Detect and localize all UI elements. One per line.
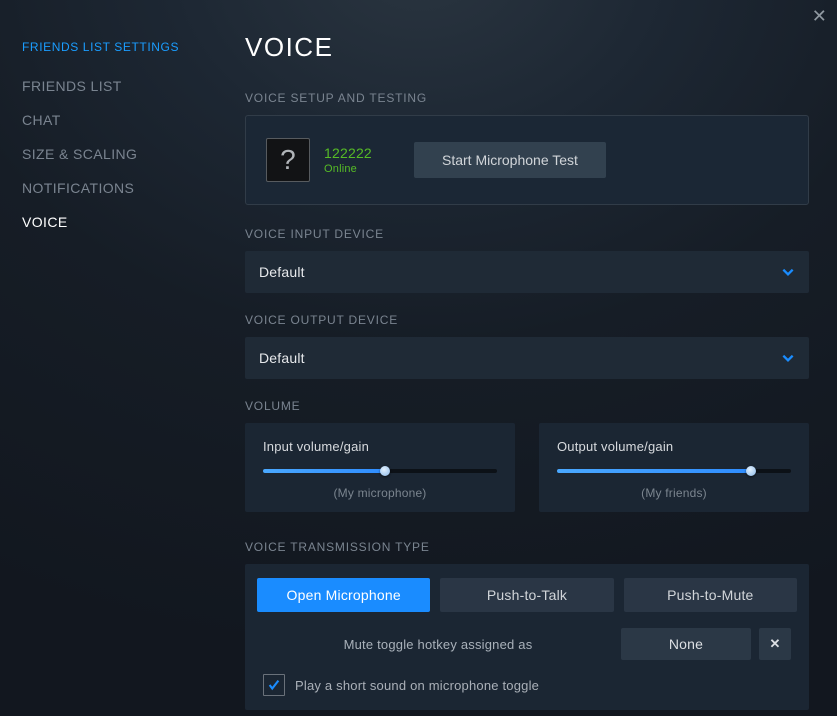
- check-icon: [267, 678, 281, 692]
- sidebar-item-size-scaling[interactable]: SIZE & SCALING: [22, 146, 215, 162]
- section-label-transmission: VOICE TRANSMISSION TYPE: [245, 540, 809, 554]
- sidebar-item-chat[interactable]: CHAT: [22, 112, 215, 128]
- main-panel: VOICE VOICE SETUP AND TESTING ? 122222 O…: [215, 0, 837, 716]
- seg-push-to-talk[interactable]: Push-to-Talk: [440, 578, 613, 612]
- user-meta: 122222 Online: [324, 145, 400, 175]
- hotkey-label: Mute toggle hotkey assigned as: [263, 637, 613, 652]
- section-label-volume: VOLUME: [245, 399, 809, 413]
- section-label-setup: VOICE SETUP AND TESTING: [245, 91, 809, 105]
- avatar: ?: [266, 138, 310, 182]
- seg-open-microphone[interactable]: Open Microphone: [257, 578, 430, 612]
- output-volume-caption: (My friends): [557, 486, 791, 500]
- close-icon[interactable]: ✕: [812, 6, 827, 27]
- input-volume-card: Input volume/gain (My microphone): [245, 423, 515, 512]
- transmission-card: Open Microphone Push-to-Talk Push-to-Mut…: [245, 564, 809, 710]
- output-volume-slider[interactable]: [557, 466, 791, 476]
- user-name: 122222: [324, 145, 400, 161]
- play-sound-checkbox[interactable]: [263, 674, 285, 696]
- seg-push-to-mute[interactable]: Push-to-Mute: [624, 578, 797, 612]
- section-label-input-device: VOICE INPUT DEVICE: [245, 227, 809, 241]
- sidebar-item-notifications[interactable]: NOTIFICATIONS: [22, 180, 215, 196]
- hotkey-clear-button[interactable]: ✕: [759, 628, 791, 660]
- voice-input-device-value: Default: [259, 264, 305, 280]
- play-sound-label: Play a short sound on microphone toggle: [295, 678, 539, 693]
- input-volume-caption: (My microphone): [263, 486, 497, 500]
- voice-output-device-value: Default: [259, 350, 305, 366]
- hotkey-value-button[interactable]: None: [621, 628, 751, 660]
- input-volume-title: Input volume/gain: [263, 439, 497, 454]
- start-mic-test-button[interactable]: Start Microphone Test: [414, 142, 606, 178]
- page-title: VOICE: [245, 32, 809, 63]
- output-volume-card: Output volume/gain (My friends): [539, 423, 809, 512]
- sidebar-item-friends-list[interactable]: FRIENDS LIST: [22, 78, 215, 94]
- input-volume-slider[interactable]: [263, 466, 497, 476]
- chevron-down-icon: [781, 351, 795, 365]
- sidebar: FRIENDS LIST SETTINGS FRIENDS LIST CHAT …: [0, 0, 215, 716]
- user-status: Online: [324, 163, 400, 175]
- sidebar-item-voice[interactable]: VOICE: [22, 214, 215, 230]
- voice-output-device-select[interactable]: Default: [245, 337, 809, 379]
- sidebar-header: FRIENDS LIST SETTINGS: [22, 40, 215, 54]
- voice-input-device-select[interactable]: Default: [245, 251, 809, 293]
- chevron-down-icon: [781, 265, 795, 279]
- output-volume-title: Output volume/gain: [557, 439, 791, 454]
- voice-setup-box: ? 122222 Online Start Microphone Test: [245, 115, 809, 205]
- close-icon: ✕: [769, 636, 780, 652]
- section-label-output-device: VOICE OUTPUT DEVICE: [245, 313, 809, 327]
